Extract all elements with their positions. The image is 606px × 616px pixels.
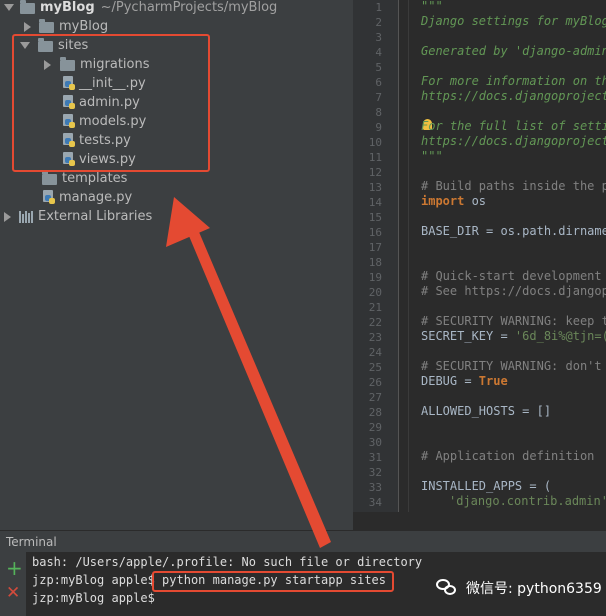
folder-icon: [20, 0, 35, 14]
code-line: 'django.contrib.admin',: [449, 494, 606, 508]
line-number: 20: [368, 286, 382, 299]
line-number: 22: [368, 316, 382, 329]
tree-item-manage-py[interactable]: manage.py: [0, 188, 353, 207]
wechat-watermark: 微信号: python6359: [436, 578, 602, 598]
project-path: ~/PycharmProjects/myBlog: [100, 0, 278, 15]
library-icon: [19, 210, 33, 223]
line-number: 33: [368, 481, 382, 494]
code-text: DEBUG =: [421, 374, 479, 388]
line-number: 21: [368, 301, 382, 314]
line-number: 4: [375, 46, 382, 59]
tree-item-label: External Libraries: [38, 209, 153, 224]
watermark-text: 微信号: python6359: [466, 581, 602, 597]
terminal-title: Terminal: [6, 535, 57, 549]
project-name: myBlog: [40, 0, 95, 15]
code-line: INSTALLED_APPS = (: [421, 479, 552, 493]
line-number: 18: [368, 256, 382, 269]
line-number: 14: [368, 196, 382, 209]
string-literal: '6d_8i%@tjn=(: [514, 329, 606, 343]
tree-item-label: templates: [62, 171, 128, 186]
chevron-right-icon[interactable]: [4, 211, 11, 222]
tree-item-label: manage.py: [59, 190, 133, 205]
code-line: For the full list of settin: [421, 119, 606, 133]
close-session-icon[interactable]: ✕: [6, 583, 20, 603]
code-line: Django settings for myBlog: [421, 14, 606, 28]
terminal-prompt: jzp:myBlog apple$: [32, 573, 163, 587]
line-number: 11: [368, 151, 382, 164]
line-number: 8: [375, 106, 382, 119]
terminal-line: bash: /Users/apple/.profile: No such fil…: [32, 555, 423, 569]
code-text: SECRET_KEY =: [421, 329, 515, 343]
indent-guide: [408, 0, 409, 512]
line-number: 13: [368, 181, 382, 194]
wechat-icon: [436, 579, 458, 597]
line-number: 2: [375, 16, 382, 29]
keyword: import: [421, 194, 465, 208]
line-number: 10: [368, 136, 382, 149]
line-number: 17: [368, 241, 382, 254]
code-line: # See https://docs.djangopr: [421, 284, 606, 298]
line-number: 7: [375, 91, 382, 104]
code-line: # Application definition: [421, 449, 595, 463]
line-number: 32: [368, 466, 382, 479]
code-line: https://docs.djangoproject.: [421, 134, 606, 148]
code-line: SECRET_KEY = '6d_8i%@tjn=(: [421, 329, 606, 343]
add-session-icon[interactable]: +: [6, 558, 23, 578]
code-line: For more information on thi: [421, 74, 606, 88]
chevron-down-icon[interactable]: [4, 4, 14, 11]
terminal-header: Terminal: [0, 530, 606, 552]
tree-item-label: myBlog: [59, 19, 109, 34]
terminal-line: jzp:myBlog apple$: [32, 591, 155, 605]
code-line: # SECURITY WARNING: don't r: [421, 359, 606, 373]
code-line: import os: [421, 194, 486, 208]
editor-bottom-strip: [353, 512, 606, 530]
code-line: # SECURITY WARNING: keep th: [421, 314, 606, 328]
line-number: 28: [368, 406, 382, 419]
folder-icon: [39, 19, 54, 33]
code-line: BASE_DIR = os.path.dirname(: [421, 224, 606, 238]
code-text: os: [464, 194, 487, 208]
terminal-toolbar: + ✕: [0, 552, 26, 616]
code-line: # Build paths inside the pr: [421, 179, 606, 193]
line-number: 5: [375, 61, 382, 74]
chevron-right-icon[interactable]: [24, 21, 31, 32]
code-line: https://docs.djangoproject.: [421, 89, 606, 103]
line-number-gutter: 1 2 3 4 5 6 7 8 9 10 11 12 13 14 15 16 17 18 19 20 21 22 23 24 2…: [353, 0, 399, 512]
code-line: ALLOWED_HOSTS = []: [421, 404, 552, 418]
highlight-box-command: [152, 571, 394, 592]
line-number: 12: [368, 166, 382, 179]
line-number: 34: [368, 496, 382, 509]
folder-icon: [42, 171, 57, 185]
code-line: # Quick-start development s: [421, 269, 606, 283]
line-number: 19: [368, 271, 382, 284]
line-number: 27: [368, 391, 382, 404]
python-file-icon: [42, 190, 56, 205]
code-line: """: [421, 149, 443, 163]
highlight-box-sites: [12, 34, 210, 172]
line-number: 15: [368, 211, 382, 224]
line-number: 26: [368, 376, 382, 389]
line-number: 23: [368, 331, 382, 344]
code-line: Generated by 'django-admin: [421, 44, 606, 58]
line-number: 24: [368, 346, 382, 359]
keyword: True: [478, 374, 508, 388]
line-number: 16: [368, 226, 382, 239]
code-line: """: [421, 0, 443, 13]
line-number: 31: [368, 451, 382, 464]
line-number: 9: [375, 121, 382, 134]
line-number: 6: [375, 76, 382, 89]
code-editor[interactable]: """ Django settings for myBlog Generated…: [400, 0, 606, 512]
line-number: 29: [368, 421, 382, 434]
line-number: 1: [375, 1, 382, 14]
tree-root[interactable]: myBlog ~/PycharmProjects/myBlog: [0, 0, 353, 17]
line-number: 30: [368, 436, 382, 449]
tree-item-external-libraries[interactable]: External Libraries: [0, 207, 353, 226]
line-number: 3: [375, 31, 382, 44]
code-line: DEBUG = True: [421, 374, 508, 388]
line-number: 25: [368, 361, 382, 374]
